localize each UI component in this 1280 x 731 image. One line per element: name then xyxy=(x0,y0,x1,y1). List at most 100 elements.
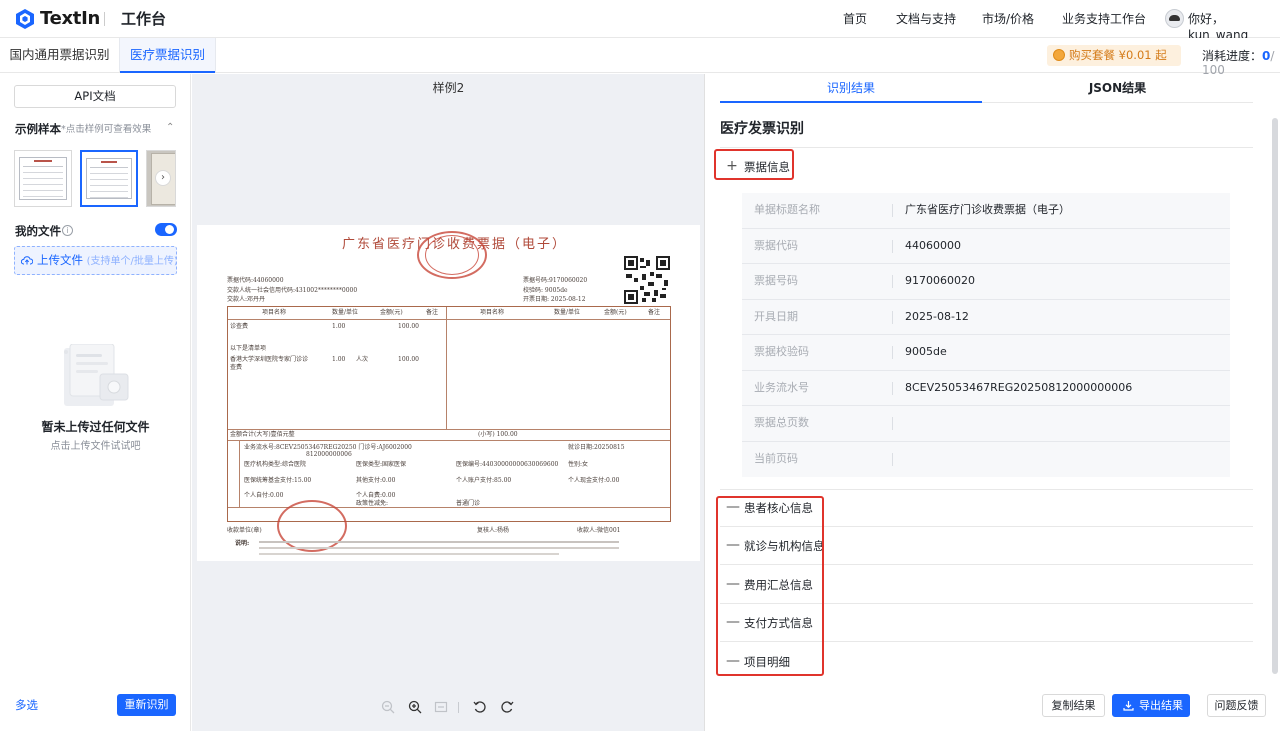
invoice-list-qty: 1.00 xyxy=(332,356,346,363)
multiselect-link[interactable]: 多选 xyxy=(15,698,38,712)
field-row: 票据校验码 9005de xyxy=(742,335,1230,371)
field-label: 票据校验码 xyxy=(754,345,809,358)
copy-result-button[interactable]: 复制结果 xyxy=(1042,694,1105,717)
rerun-recognition-button[interactable]: 重新识别 xyxy=(117,694,176,716)
my-files-toggle[interactable] xyxy=(155,223,177,236)
invoice-serial-cont: 812000000006 xyxy=(306,451,352,458)
invoice-col-qty-2: 数量/单位 xyxy=(554,309,581,316)
samples-title: 示例样本 xyxy=(15,122,61,136)
api-doc-button[interactable]: API文档 xyxy=(14,85,176,108)
invoice-gender: 性别:女 xyxy=(568,461,589,468)
recognition-tabs-bar: 国内通用票据识别 医疗票据识别 购买套餐 ¥0.01 起 消耗进度：0/ 100 xyxy=(0,38,1280,77)
nav-business-workbench[interactable]: 业务支持工作台 xyxy=(1062,11,1146,27)
feedback-button[interactable]: 问题反馈 xyxy=(1207,694,1266,717)
sample-thumbnail-2[interactable] xyxy=(80,150,138,207)
invoice-note-text xyxy=(259,541,619,543)
field-value[interactable]: 8CEV25053467REG20250812000000006 xyxy=(905,381,1132,395)
field-label: 单据标题名称 xyxy=(754,203,820,216)
buy-package-button[interactable]: 购买套餐 ¥0.01 起 xyxy=(1047,45,1181,66)
export-result-label: 导出结果 xyxy=(1139,699,1183,712)
usage-label: 消耗进度： xyxy=(1202,49,1263,63)
invoice-visit-date: 就诊日期:20250815 xyxy=(568,444,625,451)
invoice-image: 广东省医疗门诊收费票据（电子） 票据代码:44060000 交款人统一社会信用代… xyxy=(197,225,700,561)
nav-market-pricing[interactable]: 市场/价格 xyxy=(982,11,1034,27)
tab-medical-receipt[interactable]: 医疗票据识别 xyxy=(119,38,216,73)
document-viewer: 样例2 广东省医疗门诊收费票据（电子） 票据代码:44060000 交款人统一社… xyxy=(192,74,705,731)
zoom-toolbar xyxy=(192,699,705,719)
nav-docs-support[interactable]: 文档与支持 xyxy=(896,11,956,27)
field-row: 当前页码 xyxy=(742,442,1230,478)
upload-label: 上传文件 xyxy=(37,253,83,267)
usage-progress: 消耗进度：0/ 100 xyxy=(1202,49,1280,77)
invoice-payee: 收款人:微信001 xyxy=(577,527,621,534)
zoom-in-icon[interactable] xyxy=(407,699,423,715)
chevron-right-icon[interactable]: › xyxy=(155,170,171,186)
invoice-table: 项目名称 数量/单位 金额(元) 备注 项目名称 数量/单位 金额(元) 备注 … xyxy=(227,306,671,522)
invoice-fund-pay: 医保统筹基金支付:15.00 xyxy=(244,477,312,484)
highlight-box-receipt-info xyxy=(714,149,794,180)
field-row: 票据代码 44060000 xyxy=(742,229,1230,264)
invoice-list-amount: 100.00 xyxy=(398,356,419,363)
field-value[interactable]: 广东省医疗门诊收费票据（电子） xyxy=(905,203,1070,217)
workspace-title: 工作台 xyxy=(121,10,167,28)
invoice-total-upper: 金额合计(大写)壹佰元整 xyxy=(230,431,295,438)
field-label: 票据总页数 xyxy=(754,416,809,429)
invoice-col-item: 项目名称 xyxy=(262,309,287,316)
field-value[interactable]: 2025-08-12 xyxy=(905,310,969,324)
invoice-note-text xyxy=(259,553,559,555)
field-row: 票据总页数 xyxy=(742,406,1230,442)
section-receipt-info[interactable]: + 票据信息 xyxy=(720,148,1253,184)
invoice-check-code: 校验码: 9005de xyxy=(523,287,568,294)
invoice-number: 票据号码:9170060020 xyxy=(523,277,588,284)
field-label: 票据号码 xyxy=(754,274,798,287)
export-result-button[interactable]: 导出结果 xyxy=(1112,694,1190,717)
user-avatar[interactable] xyxy=(1165,9,1184,28)
zoom-out-icon[interactable] xyxy=(380,699,396,715)
field-value[interactable]: 9170060020 xyxy=(905,274,975,288)
result-panel: 识别结果 JSON结果 医疗发票识别 + 票据信息 单据标题名称 广东省医疗门诊收… xyxy=(706,74,1280,731)
invoice-policy-reduction: 政策性减免: xyxy=(356,500,389,507)
qr-code-icon xyxy=(624,256,670,304)
upload-sublabel: (支持单个/批量上传) xyxy=(86,256,177,267)
invoice-visit-type: 普通门诊 xyxy=(456,500,481,507)
invoice-list-item-cont: 查费 xyxy=(230,364,243,371)
toolbar-divider xyxy=(458,702,459,713)
invoice-insurance-no: 医保编号:44030000000630069600 xyxy=(456,461,559,468)
rotate-left-icon[interactable] xyxy=(472,699,488,715)
invoice-item-qty: 1.00 xyxy=(332,323,346,330)
invoice-list-unit: 人次 xyxy=(356,356,369,363)
nav-home[interactable]: 首页 xyxy=(843,11,867,27)
invoice-payer: 交款人:邓丹丹 xyxy=(227,296,266,303)
chevron-up-icon[interactable]: ⌃ xyxy=(166,122,174,133)
field-row: 业务流水号 8CEV25053467REG20250812000000006 xyxy=(742,371,1230,406)
result-heading: 医疗发票识别 xyxy=(720,121,804,137)
invoice-payer-credit-code: 交款人统一社会信用代码:431002********0000 xyxy=(227,287,358,294)
brand-name[interactable]: TextIn xyxy=(40,8,100,30)
invoice-org-type: 医疗机构类型:综合医院 xyxy=(244,461,307,468)
invoice-col-remark-2: 备注 xyxy=(648,309,661,316)
invoice-col-amount-2: 金额(元) xyxy=(604,309,627,316)
sample-thumbnail-1[interactable] xyxy=(14,150,72,207)
tab-recognition-result[interactable]: 识别结果 xyxy=(720,74,982,103)
field-label: 开具日期 xyxy=(754,309,798,323)
left-sidebar: API文档 示例样本 *点击样例可查看效果 ⌃ › 我的文件 i 上传文件 (支… xyxy=(0,74,191,731)
document-icon xyxy=(86,158,132,199)
tab-json-result[interactable]: JSON结果 xyxy=(982,74,1253,103)
field-row: 票据号码 9170060020 xyxy=(742,264,1230,300)
rotate-right-icon[interactable] xyxy=(499,699,515,715)
fit-page-icon[interactable] xyxy=(433,699,449,715)
tab-general-receipt[interactable]: 国内通用票据识别 xyxy=(0,38,119,72)
invoice-item-exam-fee: 诊查费 xyxy=(230,323,249,330)
result-scrollbar[interactable] xyxy=(1272,118,1278,674)
invoice-col-remark: 备注 xyxy=(426,309,439,316)
field-value[interactable]: 9005de xyxy=(905,345,947,359)
upload-file-button[interactable]: 上传文件 (支持单个/批量上传) xyxy=(14,246,177,275)
info-icon[interactable]: i xyxy=(62,225,73,236)
invoice-note-label: 说明: xyxy=(235,540,250,547)
field-label: 业务流水号 xyxy=(754,380,809,394)
textin-logo-icon[interactable] xyxy=(14,8,36,30)
download-icon xyxy=(1123,701,1134,711)
invoice-payee-unit: 收款单位(章) xyxy=(227,527,262,534)
field-value[interactable]: 44060000 xyxy=(905,239,961,253)
empty-files-hint: 点击上传文件试试吧 xyxy=(50,441,141,452)
